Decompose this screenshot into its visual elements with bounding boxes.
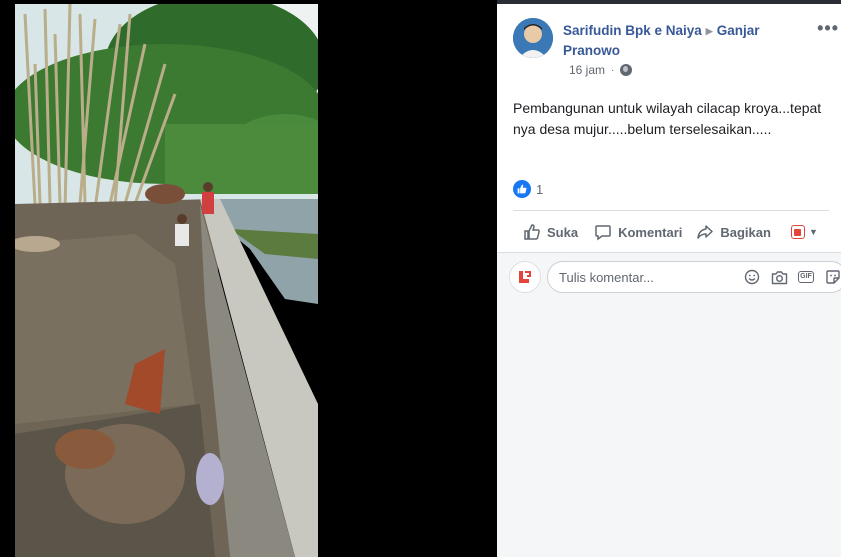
separator-dot: · [611, 64, 615, 76]
comment-input-wrapper[interactable]: GIF [547, 261, 841, 293]
like-label: Suka [547, 224, 579, 240]
brand-logo-icon [517, 270, 533, 284]
author-name[interactable]: Sarifudin Bpk e Naiya [563, 23, 702, 38]
post-header: Sarifudin Bpk e Naiya ▶ Ganjar Pranowo [563, 21, 813, 60]
comment-label: Komentari [618, 224, 683, 240]
page-logo-icon [790, 225, 805, 239]
comment-tools: GIF [743, 268, 841, 286]
post-meta: 16 jam · [569, 63, 633, 77]
gif-icon[interactable]: GIF [797, 268, 815, 286]
share-label: Bagikan [720, 224, 771, 240]
post-photo[interactable] [15, 4, 318, 557]
chevron-down-icon: ▼ [808, 227, 818, 237]
author-avatar[interactable] [513, 18, 553, 58]
share-button[interactable]: Bagikan [696, 223, 771, 241]
comment-button[interactable]: Komentari [594, 223, 682, 241]
like-reaction-icon [513, 180, 531, 198]
comment-section: GIF [497, 252, 841, 557]
thumbs-up-icon [524, 224, 540, 240]
ellipsis-icon[interactable]: ••• [817, 18, 839, 39]
commenter-avatar[interactable] [509, 261, 541, 293]
post-actions: Suka Komentari Bagikan ▼ [513, 215, 841, 249]
sticker-icon[interactable] [824, 268, 841, 286]
photo-viewer [0, 0, 497, 557]
post-text: Pembangunan untuk wilayah cilacap kroya.… [513, 100, 822, 137]
emoji-icon[interactable] [743, 268, 761, 286]
globe-icon[interactable] [620, 64, 633, 76]
comment-icon [595, 225, 611, 241]
audience-selector[interactable]: ▼ [790, 225, 818, 239]
like-button[interactable]: Suka [523, 223, 578, 241]
comment-input[interactable] [559, 269, 719, 285]
like-count: 1 [536, 181, 544, 197]
arrow-right-icon: ▶ [705, 26, 713, 36]
post-time[interactable]: 16 jam [569, 63, 605, 77]
reaction-summary[interactable]: 1 [513, 180, 543, 198]
divider [513, 210, 829, 211]
photo-image [15, 4, 318, 557]
post-panel: Sarifudin Bpk e Naiya ▶ Ganjar Pranowo •••… [497, 4, 841, 557]
camera-icon[interactable] [770, 268, 788, 286]
share-icon [697, 225, 714, 239]
